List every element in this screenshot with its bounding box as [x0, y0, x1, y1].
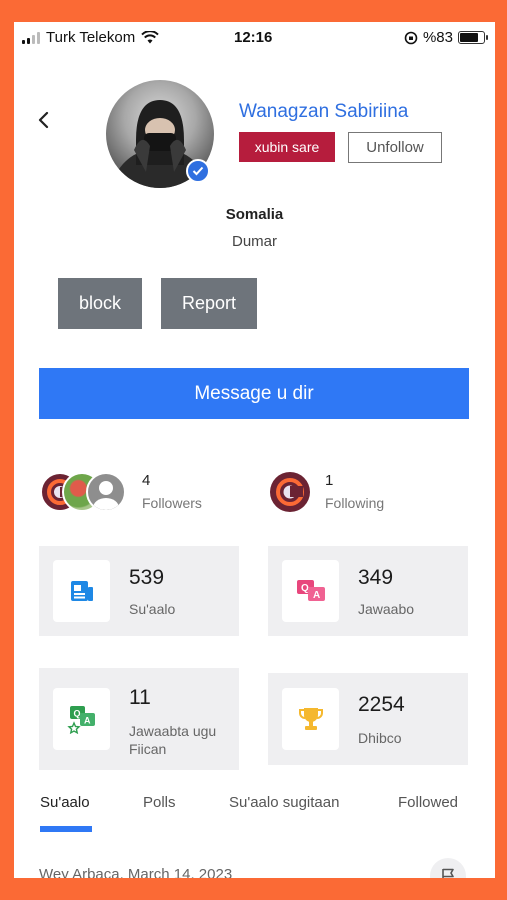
active-tab-indicator [40, 826, 92, 832]
svg-text:A: A [313, 590, 320, 601]
profile-city: Dumar [231, 233, 277, 250]
profile-tabs: Su'aalo Polls Su'aalo sugitaan Followed [14, 794, 495, 834]
rotation-lock-icon [404, 31, 418, 44]
status-bar: Turk Telekom 12:16 %83 [14, 22, 495, 52]
stat-card-questions[interactable]: 539 Su'aalo [39, 546, 239, 636]
following-avatar [270, 472, 310, 512]
stat-value: 349 [358, 566, 394, 589]
stat-label: Su'aalo [129, 601, 176, 617]
stat-label: Dhibco [358, 730, 402, 746]
carrier-name: Turk Telekom [46, 29, 136, 46]
battery-percent: %83 [422, 29, 453, 46]
svg-text:A: A [84, 716, 91, 726]
stat-card-points[interactable]: 2254 Dhibco [268, 673, 468, 765]
profile-name[interactable]: Wanagzan Sabiriina [239, 101, 408, 123]
battery-icon [458, 31, 488, 44]
stat-card-best-answers[interactable]: QA 11 Jawaabta ugu Fiican [39, 668, 239, 770]
message-button[interactable]: Message u dir [39, 368, 469, 419]
stat-value: 11 [129, 686, 151, 709]
signal-icon [22, 31, 40, 44]
stat-label: Jawaabta ugu Fiican [129, 723, 217, 757]
svg-text:Q: Q [73, 709, 80, 719]
report-button[interactable]: Report [161, 278, 257, 329]
phone-screen: Turk Telekom 12:16 %83 Wanagzan Sabiriin… [14, 22, 495, 878]
following-label: Following [325, 495, 385, 511]
stat-value: 2254 [358, 693, 405, 716]
question-doc-icon [53, 560, 110, 622]
followers-count: 4 [142, 472, 151, 489]
flag-icon[interactable] [430, 858, 466, 878]
verified-badge-icon [186, 159, 210, 183]
qa-chat-icon: QA [282, 560, 339, 622]
following-count: 1 [325, 472, 334, 489]
unfollow-button[interactable]: Unfollow [348, 132, 442, 163]
tag-button[interactable]: xubin sare [239, 132, 335, 162]
followers-label: Followers [142, 495, 202, 511]
profile-country: Somalia [225, 206, 284, 223]
status-right: %83 [404, 29, 488, 46]
followers-link[interactable]: 4 Followers [40, 468, 240, 518]
tab-followed[interactable]: Followed [398, 794, 458, 811]
trophy-icon [282, 688, 339, 750]
wifi-icon [141, 31, 159, 44]
block-button[interactable]: block [58, 278, 142, 329]
stat-card-answers[interactable]: QA 349 Jawaabo [268, 546, 468, 636]
following-link[interactable]: 1 Following [270, 468, 430, 518]
status-left: Turk Telekom [22, 29, 159, 46]
best-answer-icon: QA [53, 688, 110, 750]
tab-pending-questions[interactable]: Su'aalo sugitaan [229, 794, 339, 811]
svg-text:Q: Q [301, 583, 309, 594]
clock: 12:16 [234, 29, 273, 46]
back-chevron-icon[interactable] [34, 110, 54, 130]
stat-label: Jawaabo [358, 601, 415, 617]
follower-avatar-default [86, 472, 126, 512]
stat-value: 539 [129, 566, 165, 589]
post-date: Wey Arbaca, March 14, 2023 [39, 866, 233, 878]
tab-polls[interactable]: Polls [143, 794, 176, 811]
tab-questions[interactable]: Su'aalo [40, 794, 90, 811]
